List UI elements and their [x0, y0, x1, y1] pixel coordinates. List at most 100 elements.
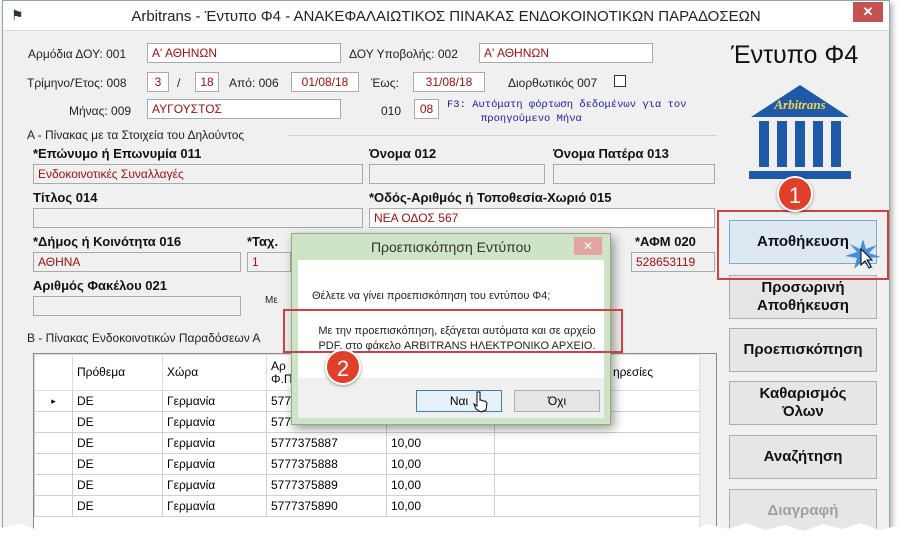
amount-cell[interactable]: 10,00: [386, 453, 495, 475]
afm-cell[interactable]: 5777375888: [266, 453, 387, 475]
title-field[interactable]: [33, 208, 363, 228]
name-field[interactable]: Ενδοκοινοτικές Συναλλαγές: [33, 164, 363, 184]
country-cell[interactable]: Γερμανία: [162, 390, 267, 412]
corrective-checkbox[interactable]: [614, 75, 626, 87]
services-cell[interactable]: [494, 495, 705, 517]
dialog-no-button[interactable]: Όχι: [514, 390, 600, 412]
prefix-cell[interactable]: DE: [72, 453, 163, 475]
window-close-button[interactable]: ✕: [853, 2, 883, 22]
afm-field[interactable]: 528653119: [631, 252, 715, 272]
form-title: Έντυπο Φ4: [731, 41, 859, 69]
logo-text: Arbitrans: [773, 97, 825, 112]
prefix-cell[interactable]: DE: [72, 411, 163, 433]
month-field[interactable]: ΑΥΓΟΥΣΤΟΣ: [147, 99, 341, 119]
table-row[interactable]: DE Γερμανία 5777375890 10,00: [34, 495, 705, 517]
search-button[interactable]: Αναζήτηση: [729, 435, 877, 479]
code-010-field[interactable]: 08: [414, 99, 439, 119]
section-a-divider: [287, 135, 717, 136]
grid-scrollbar[interactable]: [699, 354, 716, 533]
logo-pillar-shape: [795, 121, 805, 167]
column-header-prefix[interactable]: Πρόθεμα: [72, 354, 163, 391]
title-label: Τίτλος 014: [33, 190, 98, 205]
dialog-title: Προεπισκόπηση Εντύπου: [370, 239, 532, 255]
country-cell[interactable]: Γερμανία: [162, 453, 267, 475]
callout-step-2: 2: [325, 349, 361, 385]
logo-pillar-shape: [831, 121, 841, 167]
doy-field[interactable]: Α' ΑΘΗΝΩΝ: [147, 43, 341, 63]
postal-code-field[interactable]: 1: [247, 252, 291, 272]
partial-label: Με: [265, 295, 278, 306]
title-bar: ⚑ Arbitrans - Έντυπο Φ4 - ΑΝΑΚΕΦΑΛΑΙΩΤΙΚ…: [3, 1, 889, 31]
first-name-field[interactable]: [369, 164, 545, 184]
street-field[interactable]: ΝΕΑ ΟΔΟΣ 567: [369, 208, 715, 228]
table-row[interactable]: DE Γερμανία 5777375889 10,00: [34, 474, 705, 496]
country-cell[interactable]: Γερμανία: [162, 495, 267, 517]
prefix-cell[interactable]: DE: [72, 432, 163, 454]
row-marker-cell: [34, 453, 73, 475]
dialog-close-button[interactable]: ✕: [574, 237, 602, 255]
municipality-field[interactable]: ΑΘΗΝΑ: [33, 252, 241, 272]
year-field[interactable]: 18: [195, 72, 219, 92]
afm-cell[interactable]: 5777375890: [266, 495, 387, 517]
afm-cell[interactable]: 5777375887: [266, 432, 387, 454]
services-cell[interactable]: [494, 474, 705, 496]
click-burst-icon: [845, 239, 881, 269]
window-title: Arbitrans - Έντυπο Φ4 - ΑΝΑΚΕΦΑΛΑΙΩΤΙΚΟΣ…: [131, 8, 761, 25]
country-cell[interactable]: Γερμανία: [162, 411, 267, 433]
f3-hint-line2: προηγούμενο Μήνα: [481, 113, 582, 125]
clear-all-button[interactable]: Καθαρισμός Όλων: [729, 381, 877, 425]
name-label: *Επώνυμο ή Επωνυμία 011: [33, 146, 202, 161]
doy-submission-label: ΔΟΥ Υποβολής: 002: [349, 47, 458, 61]
doy-label: Αρμόδια ΔΟΥ: 001: [28, 47, 127, 61]
amount-cell[interactable]: 10,00: [386, 495, 495, 517]
prefix-cell[interactable]: DE: [72, 474, 163, 496]
logo-pillar-shape: [777, 121, 787, 167]
postal-code-label: *Ταχ.: [247, 234, 279, 249]
municipality-label: *Δήμος ή Κοινότητα 016: [33, 234, 182, 249]
quarter-label: Τρίμηνο/Έτος: 008: [27, 76, 127, 90]
prefix-cell[interactable]: DE: [72, 390, 163, 412]
folder-number-field[interactable]: [33, 296, 241, 316]
logo-pillar-shape: [813, 121, 823, 167]
quarter-field[interactable]: 3: [147, 72, 169, 92]
doy-submission-field[interactable]: Α' ΑΘΗΝΩΝ: [479, 43, 653, 63]
first-name-label: Όνομα 012: [369, 146, 437, 161]
callout-step-1: 1: [777, 176, 813, 212]
torn-edge-decoration: [0, 523, 900, 550]
table-row[interactable]: DE Γερμανία 5777375887 10,00: [34, 432, 705, 454]
main-window: ⚑ Arbitrans - Έντυπο Φ4 - ΑΝΑΚΕΦΑΛΑΙΩΤΙΚ…: [2, 0, 890, 534]
amount-cell[interactable]: 10,00: [386, 474, 495, 496]
row-marker-cell: [34, 411, 73, 433]
to-date-field[interactable]: 31/08/18: [413, 72, 485, 92]
prefix-cell[interactable]: DE: [72, 495, 163, 517]
dialog-question: Θέλετε να γίνει προεπισκόπηση του εντύπο…: [312, 290, 551, 302]
father-name-field[interactable]: [553, 164, 715, 184]
row-marker-cell: [34, 432, 73, 454]
country-cell[interactable]: Γερμανία: [162, 474, 267, 496]
row-marker-cell: [34, 474, 73, 496]
country-cell[interactable]: Γερμανία: [162, 432, 267, 454]
from-date-field[interactable]: 01/08/18: [291, 72, 359, 92]
temp-save-button[interactable]: Προσωρινή Αποθήκευση: [729, 275, 877, 319]
amount-cell[interactable]: 10,00: [386, 432, 495, 454]
column-header-marker[interactable]: [34, 354, 73, 391]
table-row[interactable]: DE Γερμανία 5777375888 10,00: [34, 453, 705, 475]
column-header-country[interactable]: Χώρα: [162, 354, 267, 391]
father-name-label: Όνομα Πατέρα 013: [553, 146, 669, 161]
services-cell[interactable]: [494, 453, 705, 475]
section-a-title: Α - Πίνακας με τα Στοιχεία του Δηλούντος: [27, 128, 245, 142]
dialog-yes-button[interactable]: Ναι: [416, 390, 502, 412]
f3-hint-line1: F3: Αυτόματη φόρτωση δεδομένων για τον: [447, 99, 687, 111]
services-cell[interactable]: [494, 432, 705, 454]
street-label: *Οδός-Αριθμός ή Τοποθεσία-Χωριό 015: [369, 190, 612, 205]
month-label: Μήνας: 009: [69, 104, 132, 118]
row-marker-icon: ▸: [34, 390, 73, 412]
row-marker-cell: [34, 495, 73, 517]
afm-cell[interactable]: 5777375889: [266, 474, 387, 496]
preview-button[interactable]: Προεπισκόπηση: [729, 328, 877, 372]
corrective-label: Διορθωτικός 007: [508, 76, 598, 90]
mouse-cursor-icon: [473, 391, 488, 413]
folder-number-label: Αριθμός Φακέλου 021: [33, 278, 167, 293]
afm-label: *ΑΦΜ 020: [635, 234, 696, 249]
note-highlight-box: [283, 309, 623, 353]
